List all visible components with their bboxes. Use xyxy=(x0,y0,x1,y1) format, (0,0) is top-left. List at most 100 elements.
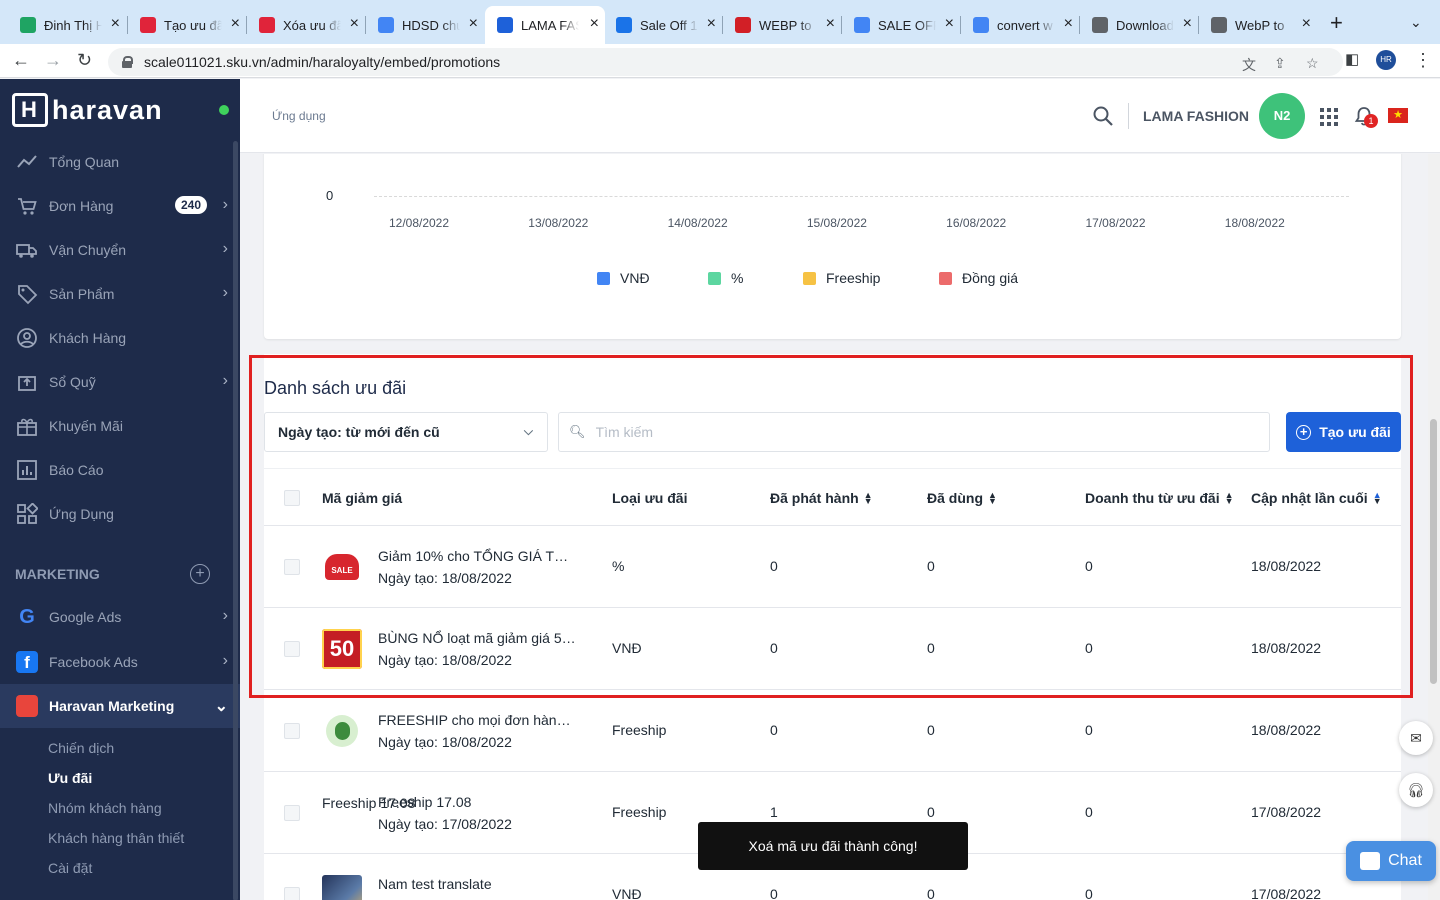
store-name[interactable]: LAMA FASHION xyxy=(1143,108,1249,124)
create-promotion-button[interactable]: + Tạo ưu đãi xyxy=(1286,412,1401,452)
vietnam-flag-icon[interactable]: ★ xyxy=(1388,108,1408,123)
browser-tab[interactable]: Đinh Thị H × xyxy=(8,6,126,44)
sidebar-scrollbar[interactable] xyxy=(233,141,238,900)
back-icon[interactable]: ← xyxy=(12,50,30,70)
browser-tab[interactable]: convert w × xyxy=(961,6,1079,44)
reload-icon[interactable]: ↻ xyxy=(77,50,92,70)
sidebar-item-6[interactable]: Sổ Quỹ › xyxy=(0,360,240,404)
sidebar-item-google[interactable]: G Google Ads › xyxy=(0,595,240,639)
promotion-name-link[interactable]: Giảm 10% cho TỔNG GIÁ TRỊ ĐƠN HÀNG xyxy=(378,548,578,564)
table-row[interactable]: FREESHIP cho mọi đơn hàng từ Ngày tạo: 18… xyxy=(264,690,1401,772)
url-text[interactable]: scale011021.sku.vn/admin/haraloyalty/emb… xyxy=(144,54,500,70)
sidebar-subitem[interactable]: Khách hàng thân thiết xyxy=(48,830,184,846)
tab-separator xyxy=(841,16,842,34)
legend-item[interactable]: VNĐ xyxy=(597,270,650,286)
sort-icon[interactable]: ▲ ▼ xyxy=(988,491,997,506)
browser-tab[interactable]: Xóa ưu đãi × xyxy=(247,6,365,44)
select-all-checkbox[interactable] xyxy=(284,490,300,506)
close-icon[interactable]: × xyxy=(1302,16,1311,32)
browser-tab[interactable]: WebP to × xyxy=(1199,6,1317,44)
sidebar-item-4[interactable]: Sản Phẩm › xyxy=(0,272,240,316)
browser-tab[interactable]: Download × xyxy=(1080,6,1198,44)
sort-icon[interactable]: ▲ ▼ xyxy=(1373,491,1382,506)
sidebar-item-7[interactable]: Khuyến Mãi xyxy=(0,404,240,448)
legend-item[interactable]: Freeship xyxy=(803,270,880,286)
cart-icon xyxy=(16,195,38,217)
profile-avatar[interactable]: HR xyxy=(1376,50,1396,70)
bookmark-star-icon[interactable]: ☆ xyxy=(1306,55,1319,72)
user-circle-icon xyxy=(16,327,38,349)
user-avatar[interactable]: N2 xyxy=(1259,93,1305,139)
close-icon[interactable]: × xyxy=(111,16,120,32)
translate-icon[interactable]: 文 xyxy=(1242,55,1256,75)
row-checkbox[interactable] xyxy=(284,723,300,739)
sidebar-item-1[interactable]: Tổng Quan xyxy=(0,140,240,184)
browser-tab[interactable]: Tạo ưu đãi × xyxy=(128,6,246,44)
side-panel-icon[interactable]: ◧ xyxy=(1345,50,1359,70)
new-tab-icon[interactable]: + xyxy=(1330,12,1343,34)
browser-tab[interactable]: WEBP to × xyxy=(723,6,841,44)
sort-select[interactable]: Ngày tạo: từ mới đến cũ ⌵ xyxy=(264,412,548,452)
search-icon[interactable] xyxy=(1092,105,1114,127)
sidebar-subitem[interactable]: Cài đặt xyxy=(48,860,92,876)
browser-tab[interactable]: SALE OFF × xyxy=(842,6,960,44)
legend-item[interactable]: Đồng giá xyxy=(939,270,1018,286)
browser-menu-icon[interactable]: ⋮ xyxy=(1414,50,1432,70)
headset-icon[interactable]: 🎧︎ xyxy=(1399,773,1433,807)
promotion-name-link[interactable]: Nam test translate xyxy=(378,876,578,892)
promotion-name-link[interactable]: FREESHIP cho mọi đơn hàng từ xyxy=(378,712,578,728)
address-bar[interactable]: scale011021.sku.vn/admin/haraloyalty/emb… xyxy=(108,48,1343,76)
add-marketing-channel-icon[interactable]: + xyxy=(190,564,210,584)
legend-item[interactable]: % xyxy=(708,270,743,286)
browser-tab[interactable]: LAMA FASHION × xyxy=(485,6,605,44)
forward-icon[interactable]: → xyxy=(44,50,62,70)
sidebar-item-2[interactable]: Đơn Hàng 240 › xyxy=(0,184,240,228)
close-icon[interactable]: × xyxy=(945,16,954,32)
haravan-logo[interactable]: haravan xyxy=(12,93,163,127)
close-icon[interactable]: × xyxy=(1064,16,1073,32)
table-row[interactable]: 50 BÙNG NỔ loạt mã giảm giá 50% Ngày tạo: … xyxy=(264,608,1401,690)
close-icon[interactable]: × xyxy=(826,16,835,32)
scrollbar-thumb[interactable] xyxy=(1430,419,1437,684)
close-icon[interactable]: × xyxy=(1183,16,1192,32)
search-input[interactable] xyxy=(595,424,1246,440)
close-icon[interactable]: × xyxy=(707,16,716,32)
row-checkbox[interactable] xyxy=(284,559,300,575)
google-icon xyxy=(854,17,870,33)
column-used[interactable]: Đã dùng ▲ ▼ xyxy=(927,490,997,506)
row-checkbox[interactable] xyxy=(284,641,300,657)
chat-button[interactable]: Chat xyxy=(1346,841,1436,881)
sidebar-item-9[interactable]: Ứng Dụng xyxy=(0,492,240,536)
sidebar-item-5[interactable]: Khách Hàng xyxy=(0,316,240,360)
tab-search-icon[interactable]: ⌄ xyxy=(1410,14,1422,31)
sidebar-subitem[interactable]: Nhóm khách hàng xyxy=(48,800,162,816)
table-row[interactable]: SALE Giảm 10% cho TỔNG GIÁ TRỊ ĐƠN HÀNG Ng… xyxy=(264,526,1401,608)
close-icon[interactable]: × xyxy=(590,16,599,32)
app-grid-icon[interactable] xyxy=(1320,108,1338,126)
column-issued[interactable]: Đã phát hành ▲ ▼ xyxy=(770,490,873,506)
sidebar-item-facebook[interactable]: f Facebook Ads › xyxy=(0,640,240,684)
mail-icon[interactable]: ✉ xyxy=(1399,721,1433,755)
sort-icon[interactable]: ▲ ▼ xyxy=(1225,491,1234,506)
lock-icon[interactable] xyxy=(122,56,133,68)
sort-icon[interactable]: ▲ ▼ xyxy=(864,491,873,506)
sidebar-subitem[interactable]: Ưu đãi xyxy=(48,770,92,786)
column-revenue[interactable]: Doanh thu từ ưu đãi ▲ ▼ xyxy=(1085,490,1234,506)
search-box[interactable]: 🔍︎ xyxy=(558,412,1270,452)
close-icon[interactable]: × xyxy=(231,16,240,32)
sidebar-subitem[interactable]: Chiến dịch xyxy=(48,740,114,756)
column-updated[interactable]: Cập nhật lần cuối ▲ ▼ xyxy=(1251,490,1382,506)
row-checkbox[interactable] xyxy=(284,887,300,900)
close-icon[interactable]: × xyxy=(350,16,359,32)
promotion-name-link[interactable]: Freeship 17.08 xyxy=(378,794,578,810)
breadcrumb[interactable]: Ứng dụng xyxy=(272,109,326,123)
sidebar-item-8[interactable]: Báo Cáo xyxy=(0,448,240,492)
sidebar-item-haravan-marketing[interactable]: Haravan Marketing ⌄ xyxy=(0,684,240,728)
share-icon[interactable]: ⇪ xyxy=(1274,55,1286,72)
close-icon[interactable]: × xyxy=(469,16,478,32)
browser-tab[interactable]: HDSD chức × xyxy=(366,6,484,44)
sidebar-item-3[interactable]: Vận Chuyển › xyxy=(0,228,240,272)
browser-tab[interactable]: Sale Off 1 × xyxy=(604,6,722,44)
promotion-name-link[interactable]: BÙNG NỔ loạt mã giảm giá 50% xyxy=(378,630,578,646)
row-checkbox[interactable] xyxy=(284,805,300,821)
